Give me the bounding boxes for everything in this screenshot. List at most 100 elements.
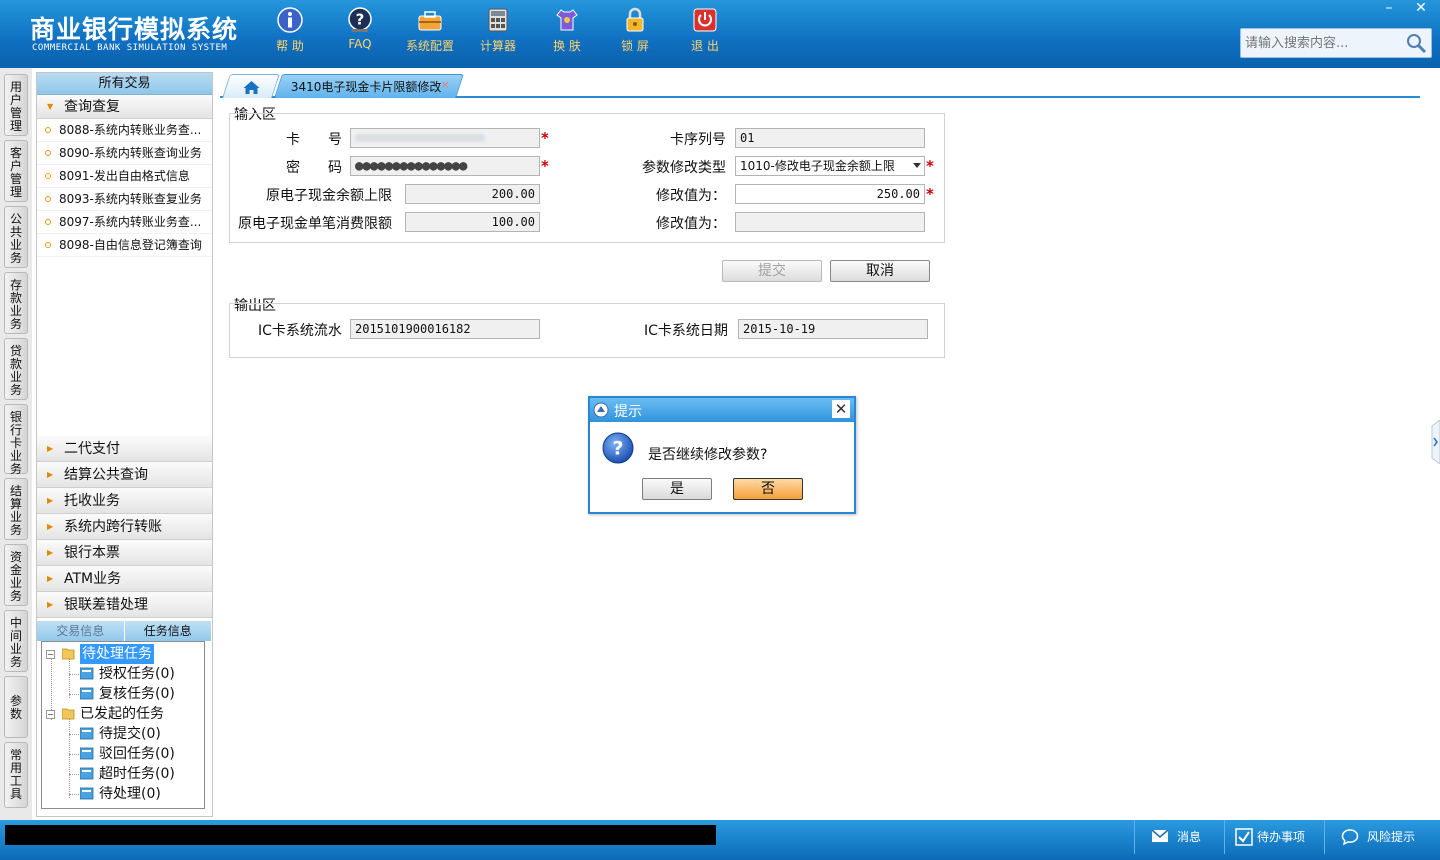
nav-item[interactable]: 8093-系统内转账查复业务 bbox=[37, 188, 212, 211]
exit-button[interactable]: 退 出 bbox=[673, 6, 737, 62]
nav-item[interactable]: 8097-系统内转账业务查... bbox=[37, 211, 212, 234]
nav-item[interactable]: 8090-系统内转账查询业务 bbox=[37, 142, 212, 165]
bullet-icon bbox=[45, 173, 51, 179]
task-tree: − 待处理任务 授权任务(0) 复核任务(0) − 已发起的任务 待提交(0) bbox=[41, 641, 205, 809]
confirm-dialog: 提示 ✕ ? 是否继续修改参数? 是 否 bbox=[588, 396, 856, 514]
collapse-icon[interactable]: − bbox=[46, 650, 55, 659]
tree-node-to-process[interactable]: 待处理(0) bbox=[42, 784, 204, 804]
card-seq-field[interactable]: 01 bbox=[735, 128, 925, 148]
minimize-button[interactable]: – bbox=[1374, 0, 1404, 18]
skin-button[interactable]: 换 肤 bbox=[535, 6, 599, 62]
collapsed-arrow-icon: ▶ bbox=[47, 522, 54, 531]
mail-icon bbox=[1151, 829, 1169, 842]
nav-item[interactable]: 8088-系统内转账业务查... bbox=[37, 119, 212, 142]
tree-node-authorize[interactable]: 授权任务(0) bbox=[42, 664, 204, 684]
dialog-titlebar[interactable]: 提示 ✕ bbox=[590, 398, 854, 422]
nav-group[interactable]: ▶ 托收业务 bbox=[37, 488, 212, 514]
tab-home[interactable] bbox=[222, 74, 280, 98]
nav-group[interactable]: ▶ ATM业务 bbox=[37, 566, 212, 592]
collapse-icon[interactable]: − bbox=[46, 710, 55, 719]
svg-text:?: ? bbox=[612, 438, 623, 460]
power-icon bbox=[693, 8, 717, 32]
collapsed-arrow-icon: ▶ bbox=[47, 444, 54, 453]
lock-screen-button[interactable]: 锁 屏 bbox=[603, 6, 667, 62]
tree-node-initiated[interactable]: − 已发起的任务 bbox=[42, 704, 204, 724]
tree-node-pending[interactable]: − 待处理任务 bbox=[42, 644, 204, 664]
tab-task-info[interactable]: 任务信息 bbox=[124, 621, 212, 641]
checkbox-icon bbox=[1235, 828, 1253, 846]
search-icon[interactable] bbox=[1405, 32, 1427, 54]
yes-button[interactable]: 是 bbox=[642, 478, 712, 500]
param-type-label: 参数修改类型 bbox=[642, 160, 726, 176]
vtab-loan-business[interactable]: 贷款业务 bbox=[4, 338, 28, 400]
vtab-parameters[interactable]: 参数 bbox=[4, 676, 28, 738]
lock-icon bbox=[626, 7, 644, 32]
collapse-panel-icon[interactable] bbox=[1428, 420, 1440, 464]
collapsed-arrow-icon: ▶ bbox=[47, 496, 54, 505]
card-no-field[interactable] bbox=[350, 128, 540, 148]
tree-node-review[interactable]: 复核任务(0) bbox=[42, 684, 204, 704]
card-no-label: 卡 号 bbox=[286, 132, 342, 148]
folder-icon bbox=[80, 727, 94, 740]
risk-alert-button[interactable]: 风险提示 bbox=[1324, 820, 1434, 854]
vtab-customer-management[interactable]: 客户管理 bbox=[4, 140, 28, 202]
ic-serial-label: IC卡系统流水 bbox=[258, 323, 342, 339]
todo-button[interactable]: 待办事项 bbox=[1224, 820, 1324, 854]
folder-icon bbox=[80, 747, 94, 760]
nav-group[interactable]: ▶ 结算公共查询 bbox=[37, 462, 212, 488]
param-type-select[interactable]: 1010-修改电子现金余额上限 bbox=[735, 156, 925, 176]
new-balance-input[interactable]: 250.00 bbox=[735, 184, 925, 204]
tree-node-timeout[interactable]: 超时任务(0) bbox=[42, 764, 204, 784]
ic-serial-field[interactable]: 2015101900016182 bbox=[350, 319, 540, 339]
vtab-card-business[interactable]: 银行卡业务 bbox=[4, 404, 28, 476]
ic-date-field[interactable]: 2015-10-19 bbox=[738, 319, 928, 339]
nav-group[interactable]: ▶ 系统内跨行转账 bbox=[37, 514, 212, 540]
nav-group-query-reply[interactable]: ▼ 查询查复 bbox=[37, 95, 212, 119]
vtab-deposit-business[interactable]: 存款业务 bbox=[4, 272, 28, 334]
vtab-settlement-business[interactable]: 结算业务 bbox=[4, 478, 28, 540]
nav-item-list: 8088-系统内转账业务查... 8090-系统内转账查询业务 8091-发出自… bbox=[37, 119, 212, 257]
folder-open-icon bbox=[62, 648, 75, 660]
close-window-button[interactable]: ✕ bbox=[1406, 0, 1436, 18]
shirt-icon bbox=[556, 9, 578, 31]
close-tab-icon[interactable]: × bbox=[440, 78, 449, 91]
no-button[interactable]: 否 bbox=[733, 478, 803, 500]
faq-button[interactable]: ? FAQ bbox=[328, 6, 392, 62]
tree-node-rejected[interactable]: 驳回任务(0) bbox=[42, 744, 204, 764]
tab-trade-info[interactable]: 交易信息 bbox=[37, 621, 125, 641]
dialog-title: 提示 bbox=[614, 404, 642, 420]
nav-item[interactable]: 8098-自由信息登记簿查询 bbox=[37, 234, 212, 257]
content-tabbar: 3410电子现金卡片限额修改 × bbox=[220, 72, 1420, 98]
orig-balance-field[interactable]: 200.00 bbox=[405, 184, 540, 204]
cancel-button[interactable]: 取消 bbox=[830, 260, 930, 282]
new-single-limit-input[interactable] bbox=[735, 212, 925, 232]
home-icon bbox=[243, 81, 260, 94]
tree-node-to-submit[interactable]: 待提交(0) bbox=[42, 724, 204, 744]
search-input[interactable] bbox=[1241, 29, 1401, 57]
submit-button[interactable]: 提交 bbox=[722, 260, 822, 282]
vtab-intermediate-business[interactable]: 中间业务 bbox=[4, 610, 28, 672]
orig-balance-label: 原电子现金余额上限 bbox=[266, 188, 392, 204]
vtab-public-business[interactable]: 公共业务 bbox=[4, 206, 28, 268]
dialog-close-button[interactable]: ✕ bbox=[832, 400, 850, 418]
orig-single-limit-field[interactable]: 100.00 bbox=[405, 212, 540, 232]
system-config-button[interactable]: 系统配置 bbox=[398, 6, 462, 62]
password-field[interactable]: ●●●●●●●●●●●●●●● bbox=[350, 156, 540, 176]
help-button[interactable]: 帮 助 bbox=[258, 6, 322, 62]
tab-card-limit-modify[interactable]: 3410电子现金卡片限额修改 × bbox=[274, 74, 464, 98]
nav-group[interactable]: ▶ 银行本票 bbox=[37, 540, 212, 566]
nav-group[interactable]: ▶ 二代支付 bbox=[37, 436, 212, 462]
messages-button[interactable]: 消息 bbox=[1134, 820, 1224, 854]
collapsed-arrow-icon: ▶ bbox=[47, 470, 54, 479]
tree-guide bbox=[69, 754, 79, 755]
nav-group[interactable]: ▶ 银联差错处理 bbox=[37, 592, 212, 618]
dropdown-arrow-icon bbox=[913, 163, 921, 168]
nav-item[interactable]: 8091-发出自由格式信息 bbox=[37, 165, 212, 188]
vtab-common-tools[interactable]: 常用工具 bbox=[4, 742, 28, 808]
folder-open-icon bbox=[62, 708, 75, 720]
question-icon: ? bbox=[602, 432, 634, 464]
calculator-button[interactable]: 计算器 bbox=[466, 6, 530, 62]
required-mark: * bbox=[926, 157, 934, 175]
vtab-fund-business[interactable]: 资金业务 bbox=[4, 544, 28, 606]
vtab-user-management[interactable]: 用户管理 bbox=[4, 74, 28, 136]
